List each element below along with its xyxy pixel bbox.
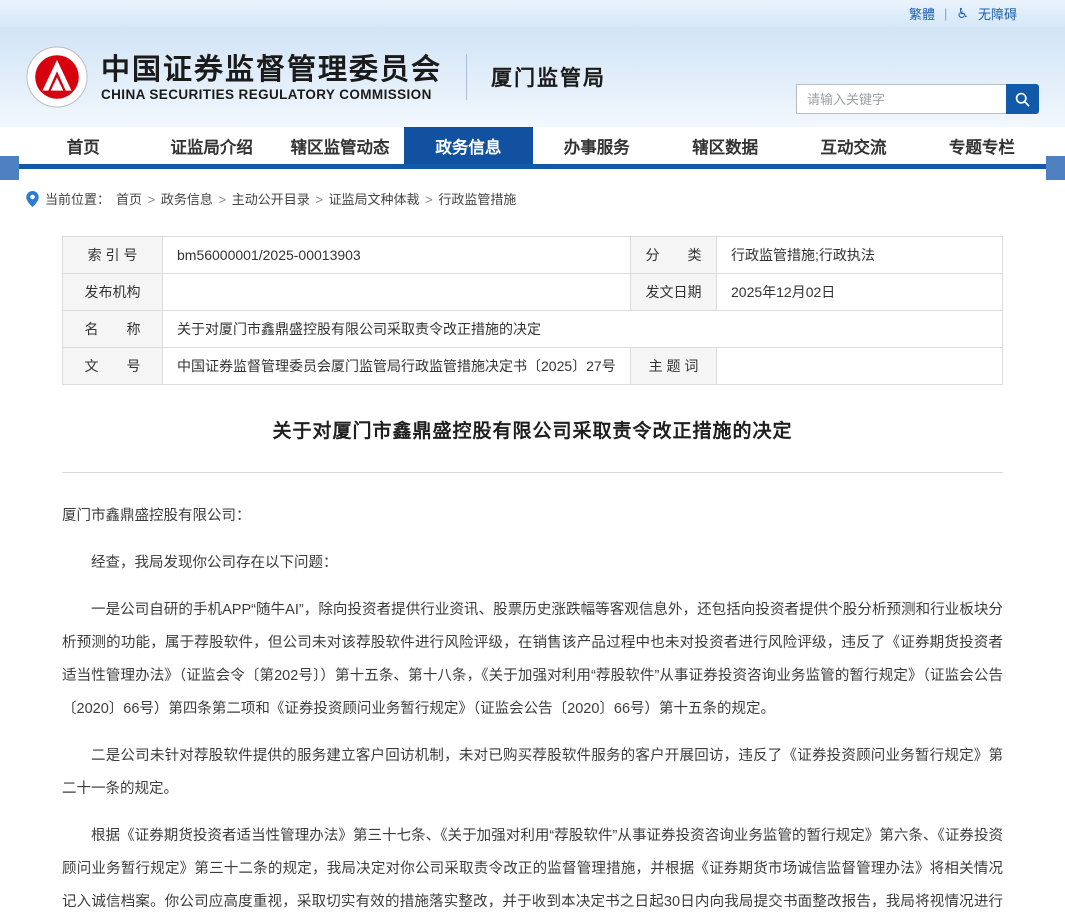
nav-item-2[interactable]: 辖区监管动态: [276, 127, 404, 164]
top-utility-bar: 繁體 | ♿ 无障碍: [0, 0, 1065, 27]
breadcrumb: 当前位置： 首页 > 政务信息 > 主动公开目录 > 证监局文种体裁 > 行政监…: [0, 174, 1065, 216]
breadcrumb-prefix: 当前位置：: [45, 189, 110, 208]
org-title-block: 中国证券监督管理委员会 CHINA SECURITIES REGULATORY …: [101, 53, 442, 102]
subject-label: 主 题 词: [631, 348, 717, 385]
date-label: 发文日期: [631, 274, 717, 311]
name-value: 关于对厦门市鑫鼎盛控股有限公司采取责令改正措施的决定: [163, 311, 1003, 348]
title-divider: [62, 472, 1003, 473]
breadcrumb-separator: >: [215, 192, 230, 207]
table-row: 索 引 号 bm56000001/2025-00013903 分 类 行政监管措…: [63, 237, 1003, 274]
table-row: 名 称 关于对厦门市鑫鼎盛控股有限公司采取责令改正措施的决定: [63, 311, 1003, 348]
category-value: 行政监管措施;行政执法: [717, 237, 1003, 274]
breadcrumb-separator: >: [422, 192, 437, 207]
site-header: 中国证券监督管理委员会 CHINA SECURITIES REGULATORY …: [0, 27, 1065, 127]
document-meta-table: 索 引 号 bm56000001/2025-00013903 分 类 行政监管措…: [62, 236, 1003, 385]
article-paragraph-4: 根据《证券期货投资者适当性管理办法》第三十七条、《关于加强对利用“荐股软件”从事…: [62, 820, 1003, 914]
breadcrumb-link-1[interactable]: 政务信息: [161, 192, 213, 207]
publisher-value: [163, 274, 631, 311]
article-content: 索 引 号 bm56000001/2025-00013903 分 类 行政监管措…: [0, 216, 1065, 914]
nav-item-1[interactable]: 证监局介绍: [147, 127, 275, 164]
nav-item-5[interactable]: 辖区数据: [661, 127, 789, 164]
nav-item-6[interactable]: 互动交流: [789, 127, 917, 164]
breadcrumb-link-4[interactable]: 行政监管措施: [438, 192, 516, 207]
breadcrumb-link-3[interactable]: 证监局文种体裁: [329, 192, 420, 207]
location-pin-icon: [26, 191, 39, 207]
page-title: 关于对厦门市鑫鼎盛控股有限公司采取责令改正措施的决定: [62, 416, 1003, 443]
search-bar: [796, 84, 1039, 114]
name-label: 名 称: [63, 311, 163, 348]
table-row: 发布机构 发文日期 2025年12月02日: [63, 274, 1003, 311]
search-input[interactable]: [796, 84, 1006, 114]
breadcrumb-link-2[interactable]: 主动公开目录: [232, 192, 310, 207]
docno-label: 文 号: [63, 348, 163, 385]
org-name-cn: 中国证券监督管理委员会: [101, 53, 442, 87]
nav-item-3-active[interactable]: 政务信息: [404, 127, 532, 164]
breadcrumb-link-0[interactable]: 首页: [116, 192, 142, 207]
header-divider: [466, 54, 467, 100]
publisher-label: 发布机构: [63, 274, 163, 311]
nav-right-decoration: [1046, 156, 1065, 180]
docno-value: 中国证券监督管理委员会厦门监管局行政监管措施决定书〔2025〕27号: [163, 348, 631, 385]
nav-item-4[interactable]: 办事服务: [533, 127, 661, 164]
traditional-chinese-link[interactable]: 繁體: [909, 4, 935, 23]
subject-value: [717, 348, 1003, 385]
search-icon: [1014, 91, 1031, 108]
index-label: 索 引 号: [63, 237, 163, 274]
topbar-divider: |: [944, 6, 947, 21]
table-row: 文 号 中国证券监督管理委员会厦门监管局行政监管措施决定书〔2025〕27号 主…: [63, 348, 1003, 385]
nav-items-container: 首页证监局介绍辖区监管动态政务信息办事服务辖区数据互动交流专题专栏: [19, 127, 1046, 169]
main-nav: 首页证监局介绍辖区监管动态政务信息办事服务辖区数据互动交流专题专栏: [0, 127, 1065, 174]
accessibility-link[interactable]: 无障碍: [978, 4, 1017, 23]
article-paragraph-1: 经查，我局发现你公司存在以下问题：: [62, 547, 1003, 580]
breadcrumb-trail: 首页 > 政务信息 > 主动公开目录 > 证监局文种体裁 > 行政监管措施: [116, 189, 516, 208]
search-button[interactable]: [1006, 84, 1039, 114]
nav-item-7[interactable]: 专题专栏: [918, 127, 1046, 164]
bureau-name: 厦门监管局: [491, 62, 606, 92]
date-value: 2025年12月02日: [717, 274, 1003, 311]
nav-item-0[interactable]: 首页: [19, 127, 147, 164]
article-paragraph-3: 二是公司未针对荐股软件提供的服务建立客户回访机制，未对已购买荐股软件服务的客户开…: [62, 740, 1003, 806]
index-value: bm56000001/2025-00013903: [163, 237, 631, 274]
article-body: 厦门市鑫鼎盛控股有限公司： 经查，我局发现你公司存在以下问题： 一是公司自研的手机A…: [62, 500, 1003, 914]
breadcrumb-separator: >: [312, 192, 327, 207]
nav-left-decoration: [0, 156, 19, 180]
article-paragraph-0: 厦门市鑫鼎盛控股有限公司：: [62, 500, 1003, 533]
article-paragraph-2: 一是公司自研的手机APP“随牛AI”，除向投资者提供行业资讯、股票历史涨跌幅等客…: [62, 594, 1003, 726]
breadcrumb-separator: >: [144, 192, 159, 207]
accessibility-icon: ♿: [956, 5, 969, 22]
csrc-logo-icon: [26, 46, 88, 108]
org-name-en: CHINA SECURITIES REGULATORY COMMISSION: [101, 87, 442, 102]
category-label: 分 类: [631, 237, 717, 274]
